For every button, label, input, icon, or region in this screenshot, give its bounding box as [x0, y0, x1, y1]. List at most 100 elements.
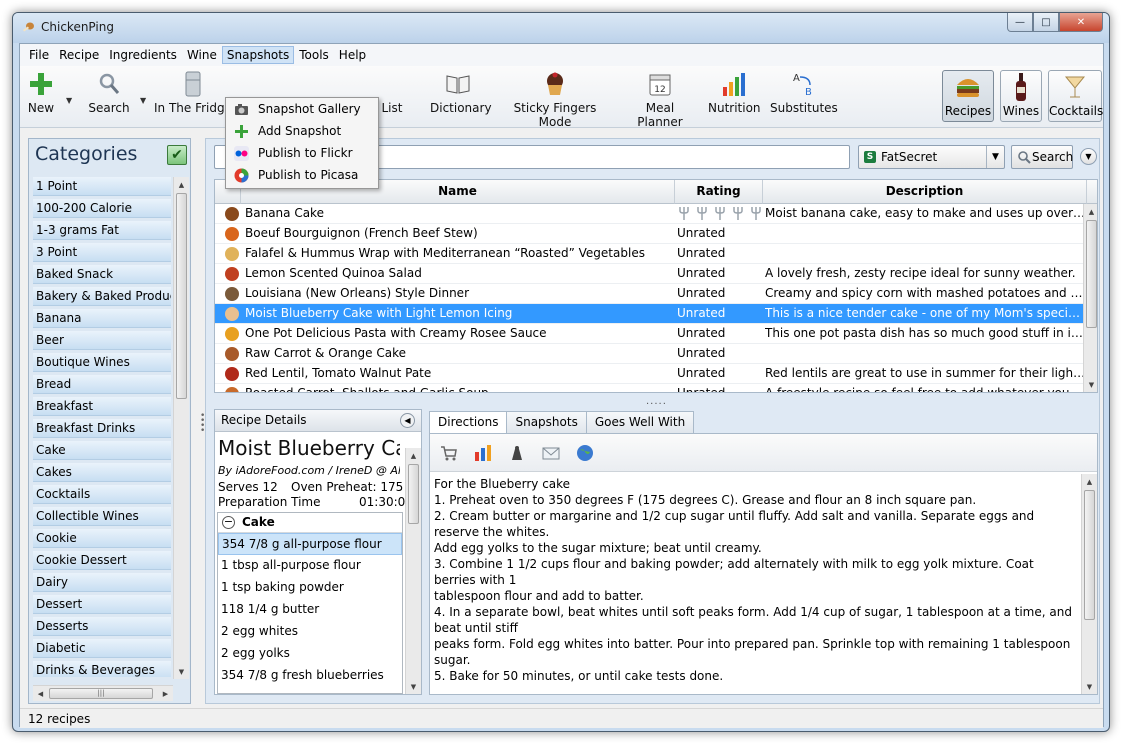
scroll-thumb[interactable] [408, 464, 419, 524]
scroll-down-icon[interactable]: ▼ [174, 664, 189, 679]
substitutes-button[interactable]: AB Substitutes [770, 70, 838, 115]
category-item[interactable]: Beer [33, 331, 171, 350]
scroll-down-icon[interactable]: ▼ [1084, 377, 1097, 392]
publish-flickr-item[interactable]: Publish to Flickr [226, 142, 378, 164]
scroll-up-icon[interactable]: ▲ [1082, 474, 1097, 489]
shopping-cart-icon[interactable] [440, 444, 458, 462]
fork-icon[interactable] [713, 206, 727, 221]
fork-icon[interactable] [731, 206, 745, 221]
hscroll-thumb[interactable]: ||| [49, 688, 153, 699]
category-item[interactable]: Baked Snack [33, 265, 171, 284]
category-item[interactable]: Cake [33, 441, 171, 460]
category-item[interactable]: 3 Point [33, 243, 171, 262]
scroll-thumb[interactable] [1086, 220, 1097, 328]
scroll-up-icon[interactable]: ▲ [174, 177, 189, 192]
maximize-button[interactable]: □ [1033, 13, 1059, 32]
cocktails-toggle[interactable]: Cocktails [1048, 70, 1103, 122]
menu-help[interactable]: Help [334, 46, 371, 64]
ingredient-row[interactable]: 1 tbsp all-purpose flour [218, 555, 402, 577]
menu-ingredients[interactable]: Ingredients [104, 46, 182, 64]
nutrition-chart-icon[interactable] [474, 444, 492, 462]
snapshot-gallery-item[interactable]: Snapshot Gallery [226, 98, 378, 120]
category-item[interactable]: Dessert [33, 595, 171, 614]
categories-hscrollbar[interactable]: ◀ ||| ▶ [33, 685, 173, 701]
meal-planner-button[interactable]: 12 Meal Planner [624, 70, 696, 129]
ingredient-row[interactable]: 2 egg whites [218, 621, 402, 643]
table-vscrollbar[interactable]: ▲ ▼ [1083, 204, 1097, 392]
publish-picasa-item[interactable]: Publish to Picasa [226, 164, 378, 186]
category-item[interactable]: 1 Point [33, 177, 171, 196]
menu-snapshots[interactable]: Snapshots [221, 46, 295, 64]
nutrition-button[interactable]: Nutrition [708, 70, 761, 115]
tab-snapshots[interactable]: Snapshots [506, 411, 587, 433]
dictionary-button[interactable]: Dictionary [430, 70, 492, 115]
table-row[interactable]: Red Lentil, Tomato Walnut Pate Unrated Red… [215, 364, 1087, 384]
minimize-button[interactable]: — [1007, 13, 1033, 32]
new-dropdown-arrow-icon[interactable]: ▼ [66, 96, 72, 105]
search-submit-button[interactable]: Search [1011, 145, 1073, 169]
category-item[interactable]: Diabetic [33, 639, 171, 658]
category-item[interactable]: Bakery & Baked Products [33, 287, 171, 306]
menu-tools[interactable]: Tools [294, 46, 334, 64]
search-button[interactable]: Search [84, 70, 134, 115]
category-item[interactable]: Bread [33, 375, 171, 394]
sticky-fingers-button[interactable]: Sticky Fingers Mode [500, 70, 610, 129]
scroll-down-icon[interactable]: ▼ [406, 679, 421, 694]
category-item[interactable]: 1-3 grams Fat [33, 221, 171, 240]
category-item[interactable]: Cakes [33, 463, 171, 482]
table-row[interactable]: Roasted Carrot, Shallots and Garlic Soup… [215, 384, 1087, 392]
table-row[interactable]: Banana Cake Moist banana cake, easy to ma… [215, 204, 1087, 224]
new-button[interactable]: New [26, 70, 56, 115]
collapse-minus-icon[interactable]: − [222, 516, 235, 529]
ingredient-row[interactable]: 354 7/8 g fresh blueberries [218, 665, 402, 687]
close-button[interactable]: ✕ [1059, 13, 1103, 32]
add-snapshot-item[interactable]: Add Snapshot [226, 120, 378, 142]
tab-directions[interactable]: Directions [429, 411, 508, 434]
category-item[interactable]: Cookie Dessert [33, 551, 171, 570]
ingredient-group[interactable]: − Cake [218, 513, 402, 533]
category-item[interactable]: Breakfast Drinks [33, 419, 171, 438]
rating-column-header[interactable]: Rating [675, 180, 763, 204]
scroll-up-icon[interactable]: ▲ [1084, 204, 1097, 219]
categories-checkbox[interactable]: ✔ [167, 145, 187, 165]
category-item[interactable]: Cookie [33, 529, 171, 548]
search-dropdown-arrow-icon[interactable]: ▼ [140, 96, 146, 105]
globe-icon[interactable] [576, 444, 594, 462]
recipes-toggle[interactable]: Recipes [942, 70, 994, 122]
scroll-left-icon[interactable]: ◀ [33, 686, 48, 701]
category-item[interactable]: 100-200 Calorie [33, 199, 171, 218]
category-item[interactable]: Banana [33, 309, 171, 328]
fridge-button[interactable]: In The Fridge [154, 70, 232, 115]
category-item[interactable]: Dairy [33, 573, 171, 592]
table-row[interactable]: Moist Blueberry Cake with Light Lemon Ic… [215, 304, 1087, 324]
scroll-thumb[interactable] [1084, 490, 1095, 620]
email-icon[interactable] [542, 444, 560, 462]
chevron-down-icon[interactable]: ▼ [986, 146, 1004, 168]
categories-vscrollbar[interactable]: ▲ ▼ [173, 177, 189, 679]
details-vscrollbar[interactable]: ▲ ▼ [405, 448, 421, 694]
table-splitter[interactable]: ..... [646, 396, 667, 407]
table-row[interactable]: Falafel & Hummus Wrap with Mediterranean… [215, 244, 1085, 264]
description-column-header[interactable]: Description [763, 180, 1087, 204]
menu-wine[interactable]: Wine [182, 46, 222, 64]
category-item[interactable]: Collectible Wines [33, 507, 171, 526]
scroll-right-icon[interactable]: ▶ [158, 686, 173, 701]
category-item[interactable]: Desserts [33, 617, 171, 636]
table-row[interactable]: One Pot Delicious Pasta with Creamy Rose… [215, 324, 1087, 344]
scroll-down-icon[interactable]: ▼ [1082, 679, 1097, 694]
fork-icon[interactable] [749, 206, 763, 221]
wines-toggle[interactable]: Wines [1000, 70, 1042, 122]
table-row[interactable]: Raw Carrot & Orange Cake Unrated [215, 344, 1085, 364]
ingredient-row[interactable]: 354 7/8 g all-purpose flour [218, 533, 402, 555]
fork-icon[interactable] [695, 206, 709, 221]
collapse-left-icon[interactable]: ◀ [400, 413, 415, 428]
ingredient-row[interactable]: 1 tsp baking powder [218, 577, 402, 599]
category-item[interactable]: Breakfast [33, 397, 171, 416]
search-options-button[interactable]: ▼ [1080, 148, 1097, 165]
scroll-up-icon[interactable]: ▲ [406, 448, 421, 463]
menu-file[interactable]: File [24, 46, 54, 64]
menu-recipe[interactable]: Recipe [54, 46, 104, 64]
fork-icon[interactable] [677, 206, 691, 221]
table-row[interactable]: Boeuf Bourguignon (French Beef Stew) Unra… [215, 224, 1085, 244]
ingredient-row[interactable]: 118 1/4 g butter [218, 599, 402, 621]
